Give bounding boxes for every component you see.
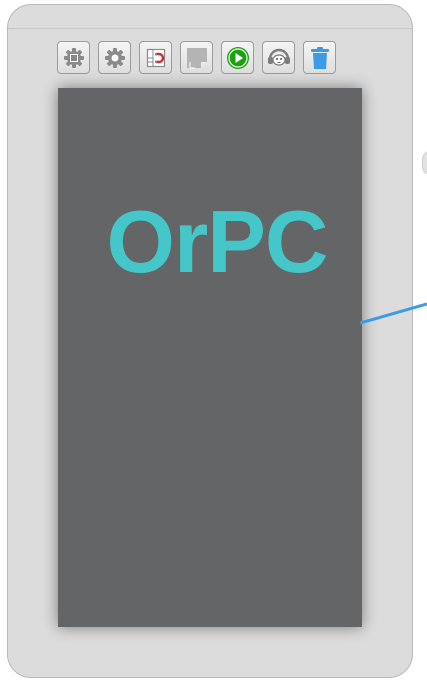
device-screen[interactable]: OrPC — [58, 88, 362, 627]
panel-divider — [8, 28, 413, 29]
headphones-button[interactable] — [262, 41, 295, 74]
magnet-icon — [146, 48, 165, 67]
page-button[interactable] — [180, 41, 213, 74]
settings-button[interactable] — [98, 41, 131, 74]
headphones-icon — [267, 48, 290, 66]
edge-handle[interactable] — [422, 151, 427, 175]
connection-wire[interactable] — [360, 300, 427, 325]
chip-gear-icon — [63, 47, 84, 68]
screen-title: OrPC — [106, 192, 329, 291]
run-button[interactable] — [221, 41, 254, 74]
app-canvas: OrPC — [0, 0, 427, 682]
play-icon — [226, 46, 249, 69]
gear-icon — [104, 47, 125, 68]
chip-settings-button[interactable] — [57, 41, 90, 74]
page-icon — [186, 47, 207, 68]
trash-icon — [310, 46, 329, 69]
delete-button[interactable] — [303, 41, 336, 74]
device-toolbar — [57, 41, 336, 74]
magnet-grid-button[interactable] — [139, 41, 172, 74]
